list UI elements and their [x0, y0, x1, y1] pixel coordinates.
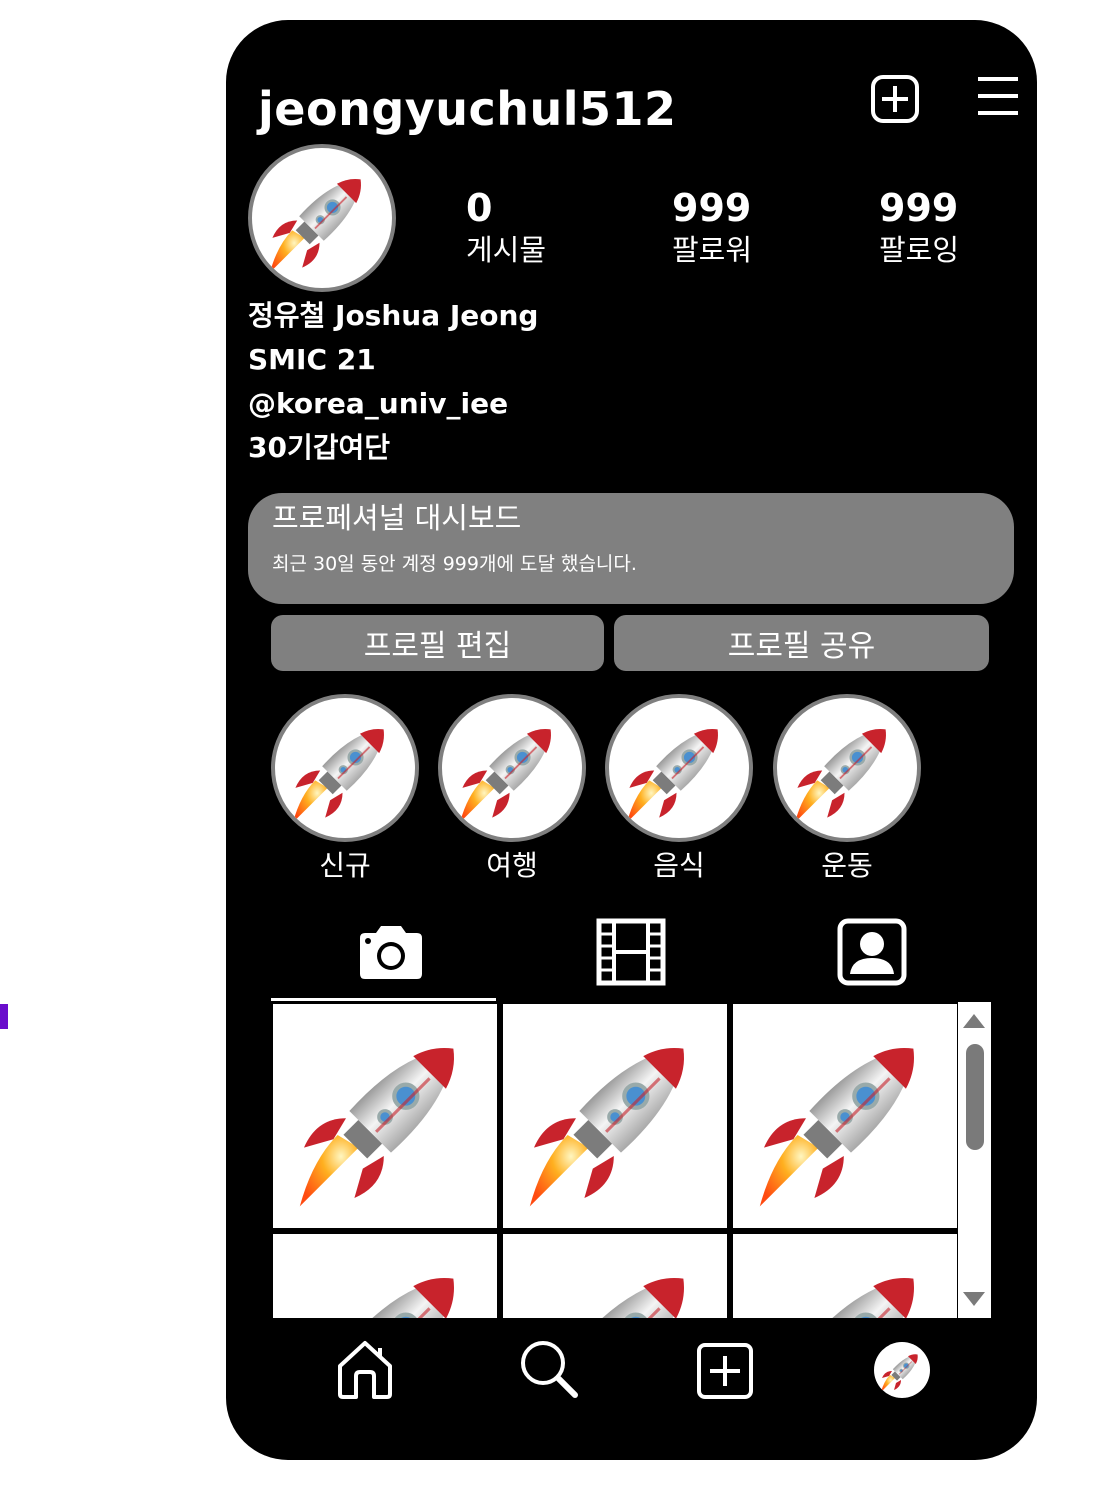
highlight-cover	[605, 694, 753, 842]
post-thumbnail[interactable]	[273, 1234, 497, 1318]
dashboard-title: 프로페셔널 대시보드	[272, 501, 522, 535]
post-thumbnail[interactable]	[733, 1234, 957, 1318]
search-icon	[521, 1341, 578, 1398]
profile-username: jeongyuchul512	[258, 82, 677, 136]
add-post-icon	[697, 1343, 753, 1399]
scroll-thumb[interactable]	[966, 1044, 984, 1150]
stat-followers[interactable]: 999 팔로워	[672, 186, 792, 270]
active-tab-indicator	[271, 998, 496, 1001]
tab-tagged[interactable]	[759, 906, 984, 998]
highlight-item[interactable]: 음식	[604, 694, 754, 884]
grid-scrollbar[interactable]	[958, 1002, 991, 1318]
professional-dashboard[interactable]: 프로페셔널 대시보드 최근 30일 동안 계정 999개에 도달 했습니다.	[248, 493, 1014, 604]
home-icon	[338, 1341, 392, 1399]
highlight-cover	[438, 694, 586, 842]
menu-icon[interactable]	[976, 76, 1020, 120]
stat-posts-label: 게시물	[466, 233, 547, 267]
post-grid	[271, 1002, 991, 1318]
profile-avatar	[874, 1342, 930, 1398]
new-post-icon[interactable]	[870, 74, 920, 128]
highlight-cover	[773, 694, 921, 842]
nav-profile[interactable]	[874, 1342, 930, 1398]
phone-frame: jeongyuchul512 0 게시물 999 팔로워 999 팔로잉 정유철…	[226, 20, 1037, 1460]
bio-name: 정유철 Joshua Jeong	[248, 299, 539, 332]
highlight-item[interactable]: 운동	[772, 694, 922, 884]
post-thumbnail[interactable]	[503, 1004, 727, 1228]
camera-icon	[359, 926, 422, 979]
nav-add-post[interactable]	[696, 1342, 754, 1404]
stat-following-value: 999	[879, 186, 959, 230]
stat-followers-label: 팔로워	[672, 233, 753, 267]
bio-line: 30기갑여단	[248, 431, 391, 464]
stat-followers-value: 999	[672, 186, 752, 230]
highlight-label: 운동	[821, 849, 873, 882]
scroll-position-marker	[0, 1004, 8, 1029]
stat-following[interactable]: 999 팔로잉	[879, 186, 999, 270]
tab-posts[interactable]	[278, 906, 503, 998]
bio-link[interactable]: @korea_univ_iee	[248, 382, 538, 426]
highlight-label: 음식	[653, 849, 705, 882]
post-thumbnail[interactable]	[733, 1004, 957, 1228]
share-profile-button[interactable]: 프로필 공유	[614, 615, 989, 671]
highlight-cover	[271, 694, 419, 842]
stat-following-label: 팔로잉	[879, 233, 960, 267]
nav-search[interactable]	[518, 1338, 580, 1404]
profile-avatar[interactable]	[248, 144, 396, 292]
stat-posts[interactable]: 0 게시물	[466, 186, 586, 270]
scroll-down-arrow-icon[interactable]	[963, 1292, 985, 1306]
highlight-item[interactable]: 여행	[437, 694, 587, 884]
tab-reels[interactable]	[518, 906, 743, 998]
nav-home[interactable]	[336, 1338, 394, 1404]
stat-posts-value: 0	[466, 186, 493, 230]
bio-line: SMIC 21	[248, 343, 376, 376]
highlight-item[interactable]: 신규	[270, 694, 420, 884]
highlight-label: 신규	[319, 849, 371, 882]
scroll-up-arrow-icon[interactable]	[963, 1014, 985, 1028]
dashboard-text: 최근 30일 동안 계정 999개에 도달 했습니다.	[272, 553, 637, 575]
film-icon	[596, 918, 665, 986]
edit-profile-button[interactable]: 프로필 편집	[271, 615, 604, 671]
highlight-label: 여행	[486, 849, 538, 882]
tagged-person-icon	[837, 918, 906, 986]
post-thumbnail[interactable]	[503, 1234, 727, 1318]
profile-bio: 정유철 Joshua Jeong SMIC 21 @korea_univ_iee…	[248, 294, 538, 470]
post-thumbnail[interactable]	[273, 1004, 497, 1228]
